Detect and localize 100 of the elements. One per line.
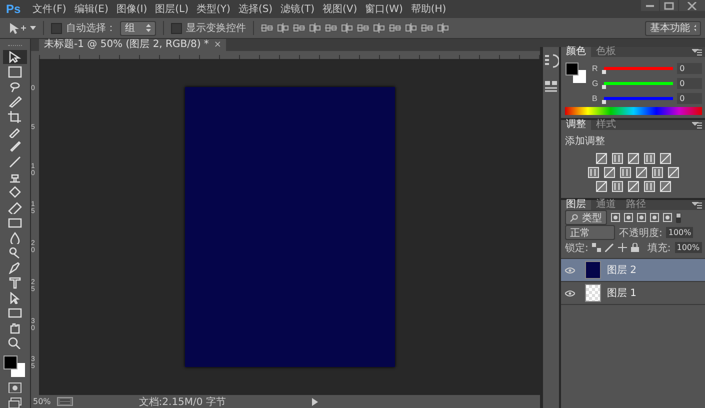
blend-mode-dropdown[interactable]: 正常: [565, 225, 615, 240]
quick-mask-icon[interactable]: [8, 382, 22, 393]
adjustment-icon[interactable]: [660, 153, 671, 164]
color-spectrum[interactable]: [565, 107, 702, 115]
filter-icon[interactable]: [611, 213, 620, 222]
fill-label: 填充:: [647, 242, 671, 254]
align-icon[interactable]: [421, 23, 433, 33]
toggle-icon[interactable]: [676, 212, 681, 222]
slider-thumb[interactable]: [602, 100, 606, 104]
spinner-icon: [146, 24, 151, 32]
move-icon[interactable]: [618, 243, 628, 252]
target-dropdown[interactable]: 组: [120, 20, 156, 36]
tool-icon: [8, 186, 22, 198]
adjustment-icon[interactable]: [596, 181, 607, 192]
menu-item[interactable]: 窗口(W): [361, 2, 407, 16]
filter-icon[interactable]: [637, 213, 646, 222]
menu-item[interactable]: 编辑(E): [70, 2, 112, 16]
preview-icon[interactable]: [56, 397, 73, 406]
align-icon[interactable]: [405, 23, 417, 33]
adjustment-icon[interactable]: [644, 153, 655, 164]
panel-tab[interactable]: 颜色: [561, 47, 591, 57]
panel-menu-icon[interactable]: [692, 122, 702, 128]
checkbox[interactable]: [51, 22, 62, 34]
align-icon[interactable]: [277, 23, 289, 33]
minimize-button[interactable]: [641, 0, 659, 11]
menu-item[interactable]: 类型(Y): [192, 2, 234, 16]
channel-value-field[interactable]: 0: [676, 62, 702, 74]
tool-icon: [8, 126, 22, 138]
filter-icon[interactable]: [624, 213, 633, 222]
filter-icon[interactable]: [663, 213, 672, 222]
caret-icon[interactable]: [30, 26, 36, 30]
maximize-button[interactable]: [660, 0, 678, 11]
eye-icon[interactable]: [565, 266, 575, 274]
tool-icon: [8, 262, 22, 274]
document-tab[interactable]: 未标题-1 @ 50% (图层 2, RGB/8) * ×: [39, 39, 226, 51]
align-icon[interactable]: [261, 23, 273, 33]
align-icon[interactable]: [357, 23, 369, 33]
menu-item[interactable]: 帮助(H): [406, 2, 450, 16]
adjustment-icon[interactable]: [652, 167, 663, 178]
adjustment-icon[interactable]: [660, 181, 671, 192]
panel-menu-icon[interactable]: [692, 202, 702, 208]
brush-icon[interactable]: [605, 243, 614, 252]
align-icon[interactable]: [325, 23, 337, 33]
adjustment-icon[interactable]: [620, 167, 631, 178]
menu-item[interactable]: 文件(F): [28, 2, 70, 16]
panel-tab[interactable]: 图层: [561, 200, 591, 210]
layer-row[interactable]: 图层 2: [561, 259, 705, 282]
filter-dropdown[interactable]: 类型: [565, 210, 607, 225]
menu-item[interactable]: 图像(I): [112, 2, 152, 16]
color-swatches-icon[interactable]: [3, 355, 27, 378]
checkbox[interactable]: [171, 22, 182, 34]
lock-icon[interactable]: [631, 243, 640, 252]
tool-icon: [8, 81, 22, 94]
close-button[interactable]: [679, 0, 705, 11]
menu-item[interactable]: 图层(L): [151, 2, 193, 16]
close-tab-button[interactable]: ×: [214, 39, 222, 51]
align-icon[interactable]: [373, 23, 385, 33]
align-icon[interactable]: [293, 23, 305, 33]
filter-icon[interactable]: [650, 213, 659, 222]
screen-mode-icon[interactable]: [8, 396, 22, 408]
adjustment-icon[interactable]: [644, 181, 655, 192]
play-icon[interactable]: [312, 398, 318, 406]
move-tool-icon[interactable]: [8, 22, 26, 34]
adjustment-icon[interactable]: [604, 167, 615, 178]
panel-tab[interactable]: 调整: [561, 120, 591, 130]
align-icon[interactable]: [389, 23, 401, 33]
opacity-field[interactable]: 100%: [666, 227, 694, 238]
slider-thumb[interactable]: [602, 70, 606, 74]
align-icon[interactable]: [309, 23, 321, 33]
channel-label: R: [592, 64, 599, 72]
show-transform-label: 显示变换控件: [186, 22, 246, 35]
channel-value-field[interactable]: 0: [676, 78, 702, 88]
opacity-label: 不透明度:: [619, 226, 662, 240]
slider-thumb[interactable]: [602, 84, 606, 88]
adjustment-icon[interactable]: [596, 153, 607, 164]
history-icon[interactable]: [543, 53, 559, 69]
properties-icon[interactable]: [543, 79, 559, 95]
menu-item[interactable]: 滤镜(T): [276, 2, 319, 16]
align-icon[interactable]: [341, 23, 353, 33]
adjustment-icon[interactable]: [636, 167, 647, 178]
tool-icon: [8, 322, 22, 334]
adjustment-icon[interactable]: [668, 167, 679, 178]
layer-row[interactable]: 图层 1: [561, 282, 705, 305]
menu-item[interactable]: 视图(V): [318, 2, 362, 16]
channel-value-field[interactable]: 0: [676, 92, 702, 104]
menu-item[interactable]: 选择(S): [234, 2, 277, 16]
color-swatches-icon[interactable]: [565, 62, 587, 84]
tool-button[interactable]: [3, 50, 27, 64]
lock-pixels-icon[interactable]: [592, 243, 602, 252]
eye-icon[interactable]: [565, 290, 575, 296]
adjustment-icon[interactable]: [612, 153, 623, 164]
close-icon: [687, 2, 697, 10]
align-icon[interactable]: [437, 23, 449, 33]
adjustment-icon[interactable]: [628, 181, 639, 192]
adjustment-icon[interactable]: [612, 181, 623, 192]
adjustment-icon[interactable]: [628, 153, 639, 164]
fill-field[interactable]: 100%: [674, 242, 702, 253]
panel-menu-icon[interactable]: [692, 48, 702, 56]
adjustment-icon[interactable]: [588, 167, 599, 178]
workspace-dropdown[interactable]: 基本功能: [645, 20, 701, 36]
